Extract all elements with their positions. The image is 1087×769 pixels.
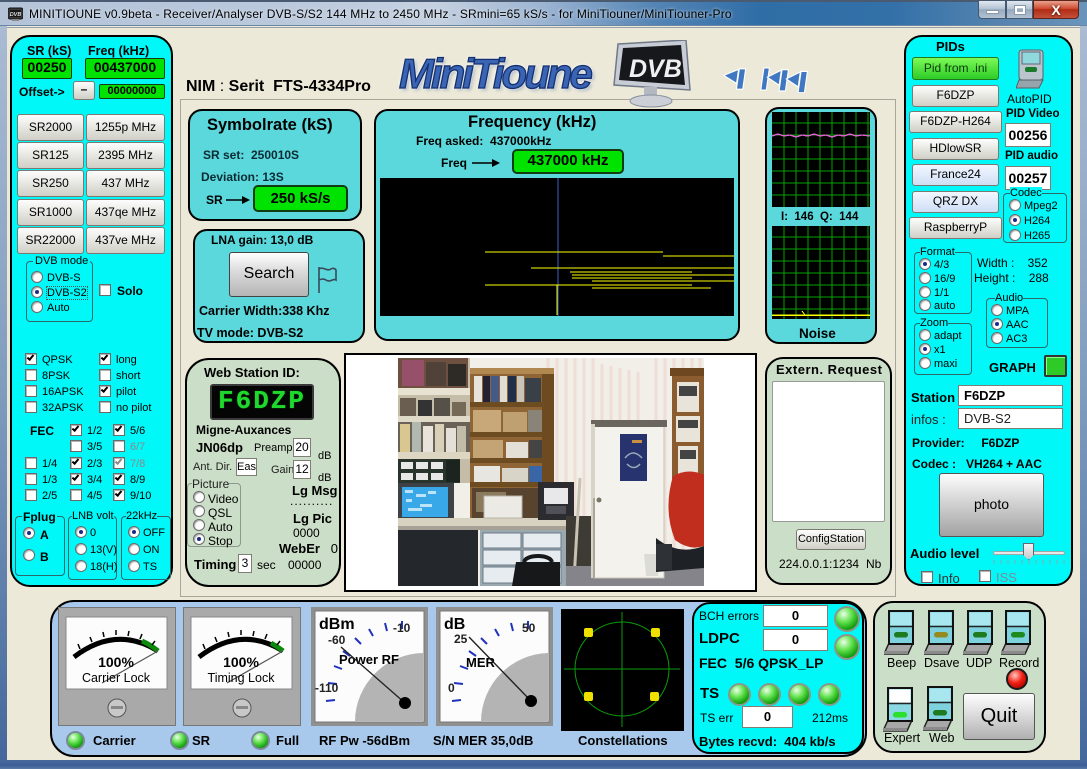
svg-text:dB: dB — [444, 616, 465, 633]
svg-text:dBm: dBm — [319, 616, 355, 633]
svg-text:-110: -110 — [315, 681, 339, 695]
svg-text:DVB: DVB — [10, 12, 22, 18]
svg-text:-10: -10 — [393, 621, 411, 635]
svg-text:Power RF: Power RF — [339, 652, 399, 667]
svg-text:50: 50 — [522, 621, 536, 635]
svg-text:Carrier Lock: Carrier Lock — [82, 671, 151, 685]
svg-text:MER: MER — [466, 655, 496, 670]
svg-text:25: 25 — [454, 632, 468, 646]
svg-text:100%: 100% — [223, 654, 259, 670]
svg-text:Timing Lock: Timing Lock — [208, 671, 276, 685]
svg-text:-60: -60 — [328, 633, 346, 647]
svg-text:100%: 100% — [98, 654, 134, 670]
svg-text:0: 0 — [448, 681, 455, 695]
svg-text:DVB: DVB — [629, 55, 682, 83]
